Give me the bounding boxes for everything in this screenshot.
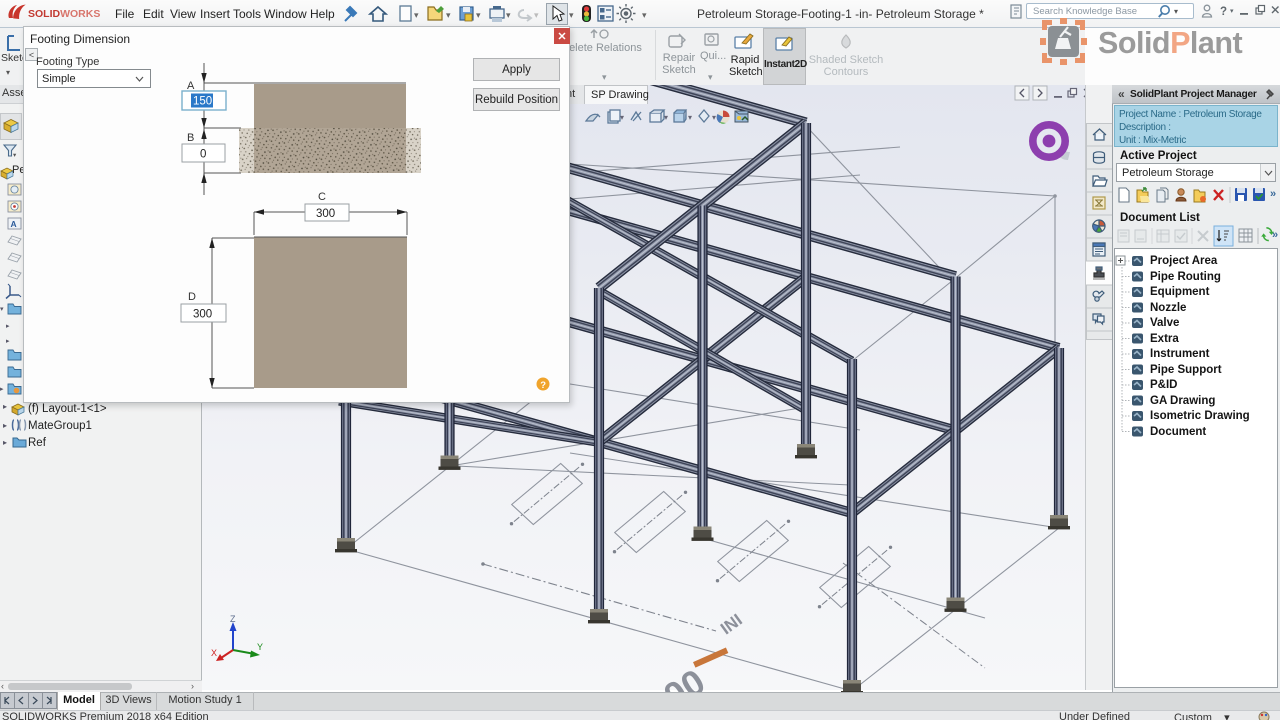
- svg-text:MateGroup1: MateGroup1: [28, 420, 92, 432]
- svg-text:▾: ▾: [534, 10, 539, 20]
- svg-text:▸: ▸: [0, 386, 4, 393]
- svg-text:X: X: [211, 648, 217, 658]
- svg-text:▾: ▾: [688, 113, 692, 122]
- svg-text:300: 300: [193, 309, 212, 321]
- svg-text:▾: ▾: [1230, 8, 1234, 15]
- svg-text:▾: ▾: [414, 10, 419, 20]
- svg-text:▾: ▾: [446, 10, 451, 20]
- svg-text:▾: ▾: [712, 113, 716, 122]
- svg-text:B: B: [187, 132, 194, 144]
- svg-text:▸: ▸: [3, 438, 7, 447]
- svg-text:»: »: [1272, 229, 1278, 241]
- svg-text:▾: ▾: [620, 113, 624, 122]
- svg-text:Ref: Ref: [28, 437, 47, 449]
- svg-text:▾: ▾: [476, 10, 481, 20]
- svg-text:▾: ▾: [664, 113, 668, 122]
- svg-text:INI: INI: [717, 610, 746, 638]
- svg-text:D: D: [188, 291, 196, 303]
- svg-text:▾: ▾: [0, 306, 4, 313]
- svg-text:▾: ▾: [569, 10, 574, 20]
- svg-text:▸: ▸: [6, 323, 10, 330]
- svg-text:▸: ▸: [6, 338, 10, 345]
- svg-text:▾: ▾: [506, 10, 511, 20]
- svg-text:SolidPlant: SolidPlant: [1098, 26, 1242, 60]
- svg-text:300: 300: [316, 208, 335, 220]
- svg-text:▾: ▾: [13, 152, 17, 159]
- svg-text:?: ?: [540, 380, 546, 391]
- svg-text:A: A: [187, 80, 195, 92]
- svg-text:A: A: [11, 219, 17, 229]
- svg-text:»: »: [1270, 188, 1276, 200]
- svg-text:C: C: [318, 191, 326, 203]
- svg-text:Y: Y: [257, 642, 263, 652]
- svg-text:▾: ▾: [1174, 7, 1178, 16]
- svg-text:150: 150: [193, 96, 212, 108]
- svg-text:▸: ▸: [3, 421, 7, 430]
- svg-text:(f) Layout-1<1>: (f) Layout-1<1>: [28, 403, 107, 415]
- svg-text:▾: ▾: [642, 10, 647, 20]
- svg-text:0: 0: [200, 149, 206, 161]
